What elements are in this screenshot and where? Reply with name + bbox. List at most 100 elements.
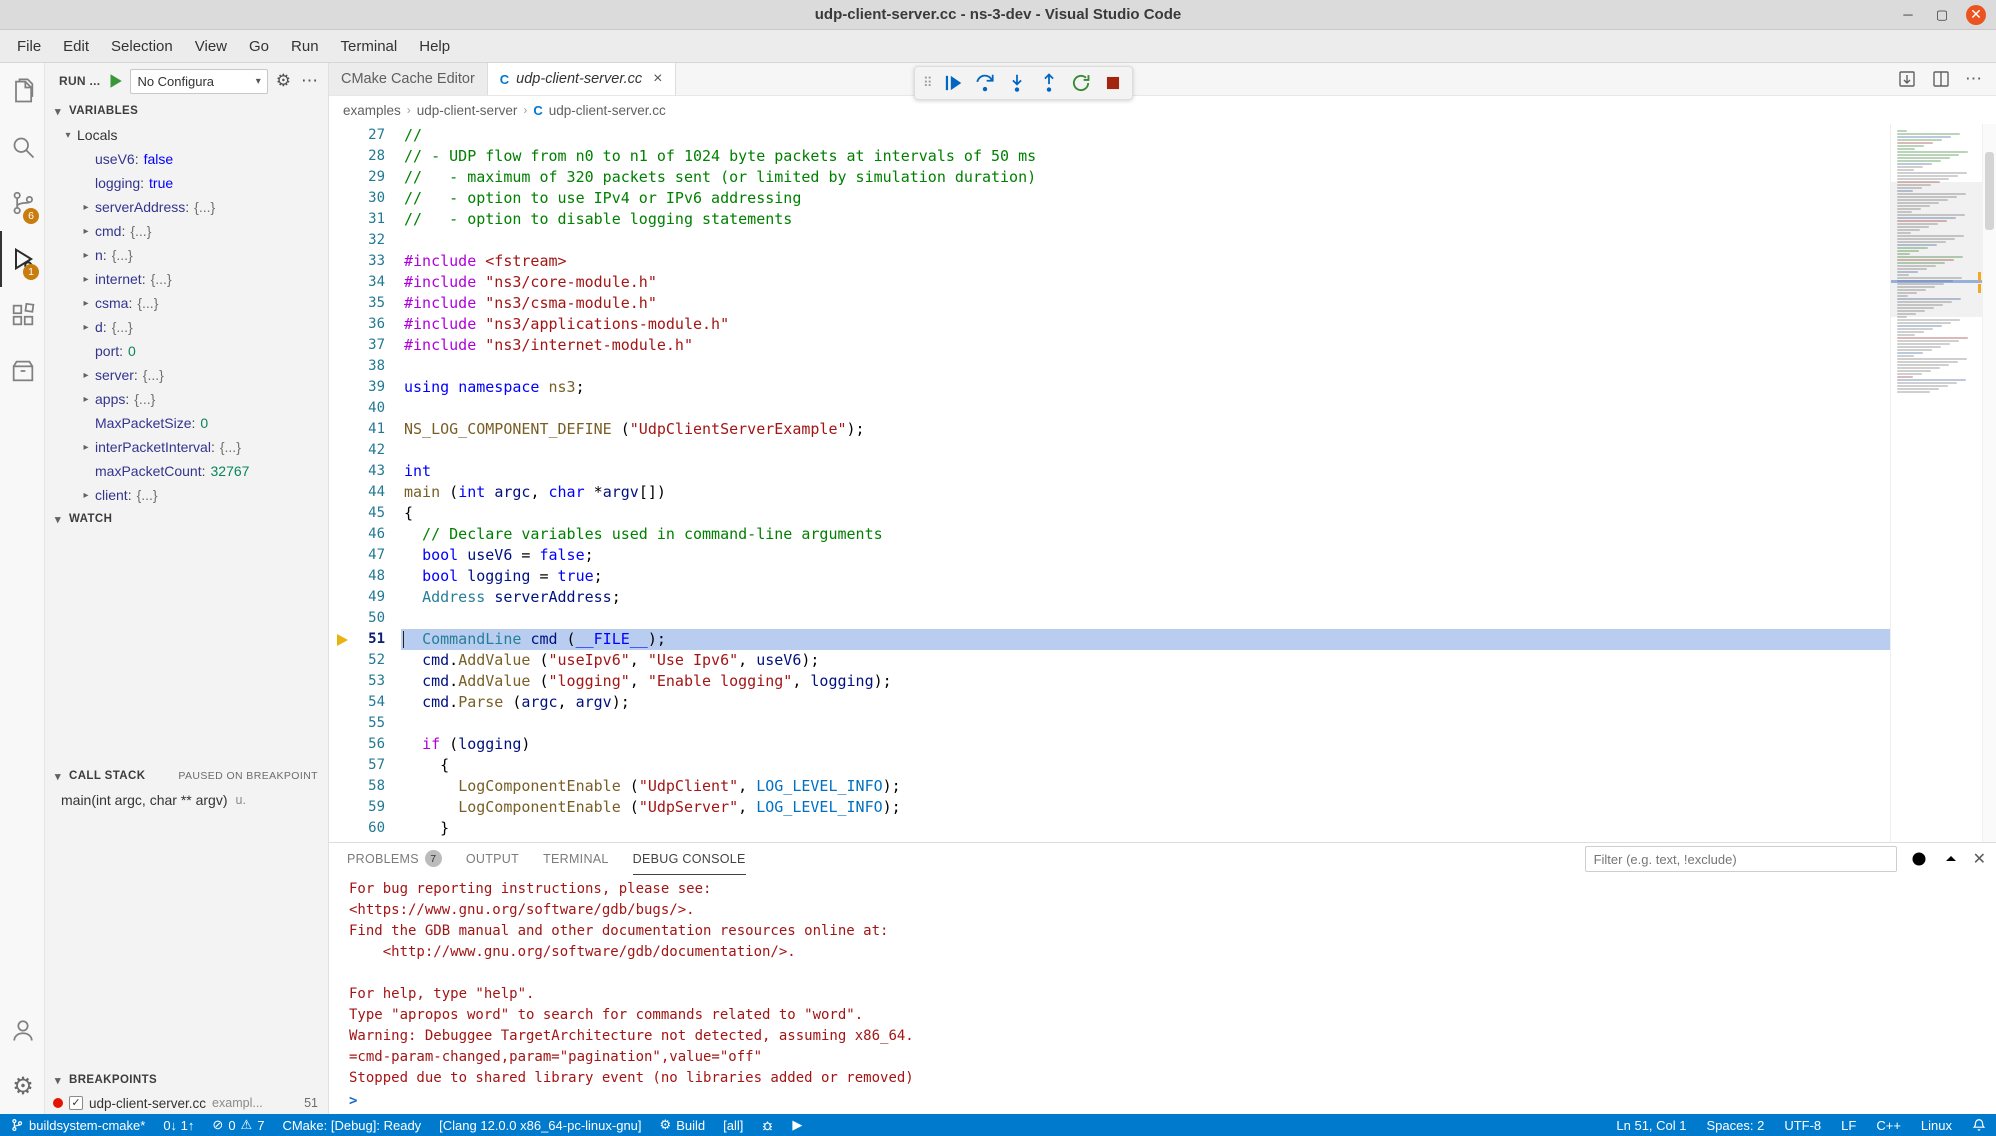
panel-tab-debug-console[interactable]: DEBUG CONSOLE — [633, 843, 746, 875]
eol-item[interactable]: LF — [1841, 1118, 1856, 1133]
line-number[interactable]: 49 — [355, 587, 401, 608]
call-stack-header[interactable]: ▾ CALL STACK PAUSED ON BREAKPOINT — [45, 764, 328, 788]
continue-button[interactable] — [942, 72, 964, 94]
drag-handle-icon[interactable]: ⠿ — [923, 75, 932, 91]
variable-apps[interactable]: ▸apps:{...} — [45, 387, 328, 411]
code-line-54[interactable]: 54 cmd.Parse (argc, argv); — [329, 692, 1890, 713]
variable-logging[interactable]: logging:true — [45, 171, 328, 195]
code-text[interactable]: Address serverAddress; — [401, 587, 1890, 608]
variable-csma[interactable]: ▸csma:{...} — [45, 291, 328, 315]
activity-explorer[interactable] — [0, 63, 44, 119]
debug-gear-button[interactable]: ⚙ — [274, 71, 293, 91]
gutter-glyph[interactable] — [329, 755, 355, 776]
gutter-glyph[interactable] — [329, 734, 355, 755]
code-text[interactable]: { — [401, 503, 1890, 524]
menu-file[interactable]: File — [6, 30, 52, 63]
vertical-scrollbar[interactable] — [1982, 124, 1996, 842]
activity-search[interactable] — [0, 119, 44, 175]
code-line-43[interactable]: 43int — [329, 461, 1890, 482]
code-line-34[interactable]: 34#include "ns3/core-module.h" — [329, 272, 1890, 293]
scrollbar-thumb[interactable] — [1985, 152, 1994, 230]
code-line-51[interactable]: 51 CommandLine cmd (__FILE__); — [329, 629, 1890, 650]
code-text[interactable]: // - UDP flow from n0 to n1 of 1024 byte… — [401, 146, 1890, 167]
code-text[interactable]: LogComponentEnable ("UdpServer", LOG_LEV… — [401, 797, 1890, 818]
gutter-glyph[interactable] — [329, 818, 355, 839]
minimap-slider[interactable] — [1891, 182, 1982, 317]
code-text[interactable] — [401, 839, 1890, 842]
code-line-61[interactable]: 61 — [329, 839, 1890, 842]
code-line-44[interactable]: 44main (int argc, char *argv[]) — [329, 482, 1890, 503]
line-number[interactable]: 55 — [355, 713, 401, 734]
code-line-39[interactable]: 39using namespace ns3; — [329, 377, 1890, 398]
code-line-42[interactable]: 42 — [329, 440, 1890, 461]
variable-port[interactable]: port:0 — [45, 339, 328, 363]
code-line-40[interactable]: 40 — [329, 398, 1890, 419]
code-line-53[interactable]: 53 cmd.AddValue ("logging", "Enable logg… — [329, 671, 1890, 692]
code-line-38[interactable]: 38 — [329, 356, 1890, 377]
line-number[interactable]: 57 — [355, 755, 401, 776]
code-text[interactable]: main (int argc, char *argv[]) — [401, 482, 1890, 503]
line-number[interactable]: 45 — [355, 503, 401, 524]
gutter-glyph[interactable] — [329, 440, 355, 461]
gutter-glyph[interactable] — [329, 167, 355, 188]
activity-accounts[interactable] — [0, 1002, 44, 1058]
code-text[interactable] — [401, 398, 1890, 419]
breadcrumb-item[interactable]: examples — [343, 103, 401, 118]
variables-scope-locals[interactable]: ▾Locals — [45, 123, 328, 147]
line-number[interactable]: 39 — [355, 377, 401, 398]
activity-run-debug[interactable]: 1 — [0, 231, 44, 287]
code-text[interactable] — [401, 608, 1890, 629]
gutter-glyph[interactable] — [329, 608, 355, 629]
menu-run[interactable]: Run — [280, 30, 330, 63]
menu-edit[interactable]: Edit — [52, 30, 100, 63]
activity-source-control[interactable]: 6 — [0, 175, 44, 231]
gutter-glyph[interactable] — [329, 356, 355, 377]
code-text[interactable]: bool logging = true; — [401, 566, 1890, 587]
gutter-glyph[interactable] — [329, 545, 355, 566]
git-branch-item[interactable]: buildsystem-cmake* — [10, 1118, 145, 1133]
code-line-41[interactable]: 41NS_LOG_COMPONENT_DEFINE ("UdpClientSer… — [329, 419, 1890, 440]
line-number[interactable]: 58 — [355, 776, 401, 797]
code-text[interactable]: #include "ns3/internet-module.h" — [401, 335, 1890, 356]
breakpoint-item[interactable]: ✓ udp-client-server.cc exampl... 51 — [45, 1092, 328, 1114]
code-text[interactable]: // - option to use IPv4 or IPv6 addressi… — [401, 188, 1890, 209]
gutter-glyph[interactable] — [329, 482, 355, 503]
code-line-27[interactable]: 27// — [329, 125, 1890, 146]
close-button[interactable]: ✕ — [1966, 5, 1986, 25]
line-number[interactable]: 31 — [355, 209, 401, 230]
cmake-build-button[interactable]: ⚙ Build — [660, 1117, 706, 1133]
code-text[interactable]: cmd.AddValue ("useIpv6", "Use Ipv6", use… — [401, 650, 1890, 671]
gutter-glyph[interactable] — [329, 797, 355, 818]
code-line-33[interactable]: 33#include <fstream> — [329, 251, 1890, 272]
line-number[interactable]: 46 — [355, 524, 401, 545]
code-text[interactable] — [401, 440, 1890, 461]
notifications-item[interactable] — [1972, 1118, 1986, 1132]
cmake-kit-item[interactable]: [Clang 12.0.0 x86_64-pc-linux-gnu] — [439, 1118, 641, 1133]
gutter-glyph[interactable] — [329, 335, 355, 356]
cmake-launch-button[interactable]: ▶ — [792, 1117, 802, 1133]
code-line-60[interactable]: 60 } — [329, 818, 1890, 839]
gutter-glyph[interactable] — [329, 692, 355, 713]
close-panel-icon[interactable]: ✕ — [1973, 849, 1986, 869]
gutter-glyph[interactable] — [329, 398, 355, 419]
menu-terminal[interactable]: Terminal — [330, 30, 409, 63]
gutter-glyph[interactable] — [329, 314, 355, 335]
line-number[interactable]: 56 — [355, 734, 401, 755]
breakpoint-checkbox[interactable]: ✓ — [69, 1096, 83, 1110]
line-number[interactable]: 54 — [355, 692, 401, 713]
variable-useV6[interactable]: useV6:false — [45, 147, 328, 171]
line-number[interactable]: 40 — [355, 398, 401, 419]
code-line-47[interactable]: 47 bool useV6 = false; — [329, 545, 1890, 566]
activity-package[interactable] — [0, 343, 44, 399]
breadcrumb-item[interactable]: udp-client-server.cc — [549, 103, 666, 118]
step-over-button[interactable] — [974, 72, 996, 94]
code-line-57[interactable]: 57 { — [329, 755, 1890, 776]
code-line-52[interactable]: 52 cmd.AddValue ("useIpv6", "Use Ipv6", … — [329, 650, 1890, 671]
stack-frame[interactable]: main(int argc, char ** argv) u. — [45, 788, 328, 812]
code-line-37[interactable]: 37#include "ns3/internet-module.h" — [329, 335, 1890, 356]
code-text[interactable]: // — [401, 125, 1890, 146]
console-filter-input[interactable] — [1585, 846, 1897, 872]
start-debug-button[interactable] — [106, 72, 124, 90]
more-actions-button[interactable]: ⋯ — [299, 71, 320, 91]
gutter-glyph[interactable] — [329, 272, 355, 293]
